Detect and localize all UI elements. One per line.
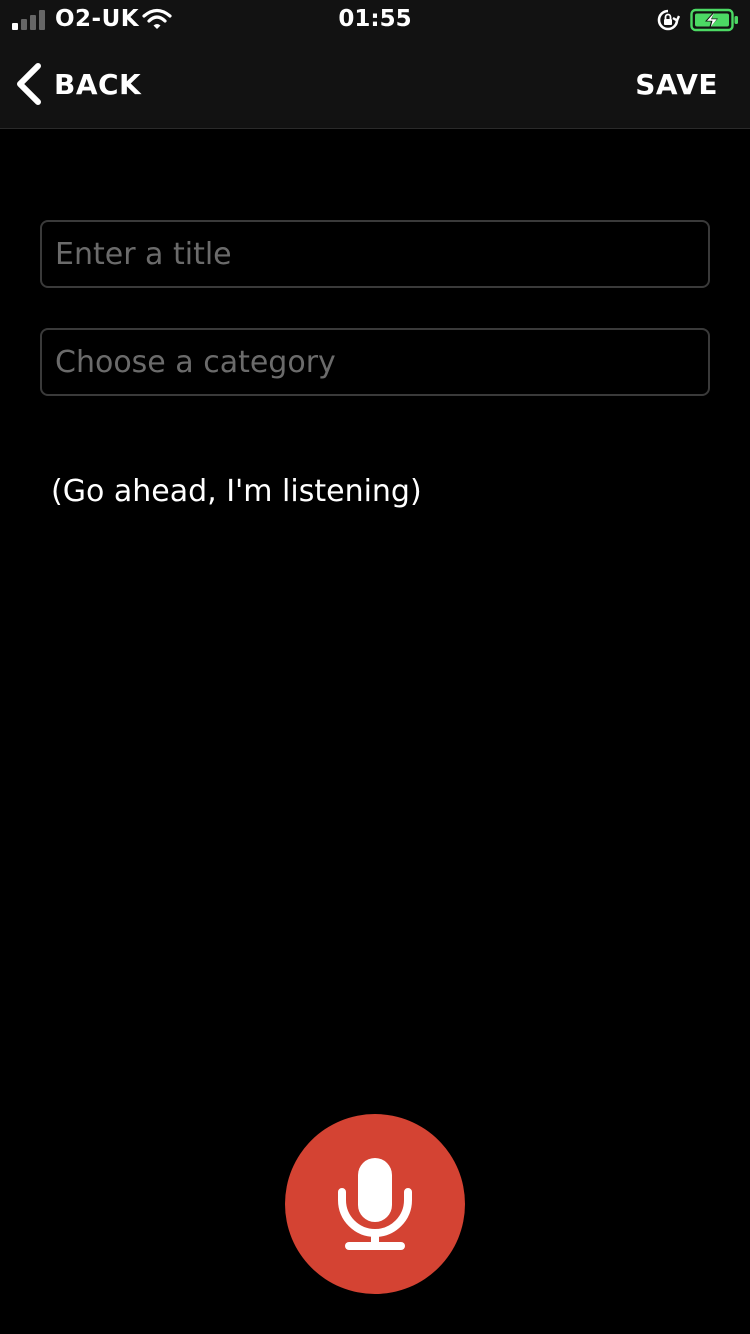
- battery-charging-icon: [690, 8, 738, 32]
- back-button[interactable]: BACK: [14, 60, 141, 108]
- back-label: BACK: [54, 67, 142, 101]
- microphone-icon: [338, 1158, 412, 1250]
- title-input[interactable]: [40, 220, 710, 288]
- save-button[interactable]: SAVE: [635, 60, 718, 108]
- rotation-lock-icon: [657, 9, 680, 31]
- status-bar: O2-UK 01:55: [0, 0, 750, 40]
- chevron-left-icon: [17, 63, 41, 105]
- listening-status-text: (Go ahead, I'm listening): [51, 474, 422, 509]
- microphone-button[interactable]: [285, 1114, 465, 1294]
- navigation-bar: BACK SAVE: [0, 40, 750, 129]
- category-input[interactable]: [40, 328, 710, 396]
- status-time: 01:55: [338, 6, 412, 32]
